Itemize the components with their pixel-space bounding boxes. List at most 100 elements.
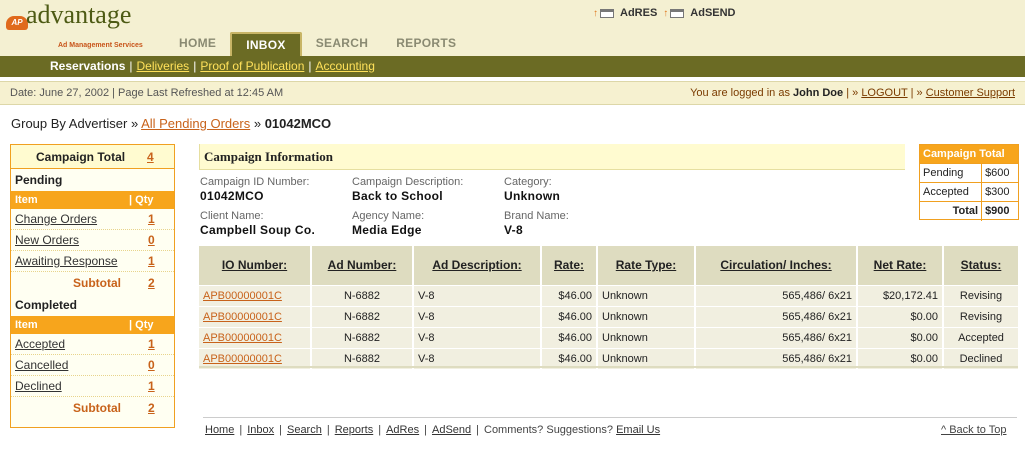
circulation-cell: 565,486/ 6x21 (694, 326, 857, 348)
circulation-cell: 565,486/ 6x21 (694, 305, 857, 327)
rate-type-cell: Unknown (596, 305, 695, 327)
io-number-link[interactable]: APB00000001C (203, 353, 282, 365)
tab-home[interactable]: HOME (165, 32, 230, 56)
ad-number-cell: N-6882 (310, 284, 413, 306)
customer-support-link[interactable]: Customer Support (926, 87, 1015, 99)
completed-item-header: Item | Qty (11, 316, 174, 334)
brand-name-value: V-8 (504, 223, 523, 237)
agency-name-label: Agency Name: (352, 210, 425, 222)
list-item: Cancelled 0 (11, 355, 174, 376)
qty-header: | Qty (129, 319, 154, 331)
tab-reports[interactable]: REPORTS (382, 32, 470, 56)
subnav-accounting[interactable]: Accounting (316, 59, 375, 73)
footer-inbox-link[interactable]: Inbox (247, 424, 274, 436)
io-number-link[interactable]: APB00000001C (203, 311, 282, 323)
orders-table: IO Number: Ad Number: Ad Description: Ra… (199, 246, 1018, 369)
declined-link[interactable]: Declined (15, 379, 62, 393)
ap-badge-icon: AP (6, 16, 28, 30)
awaiting-response-qty[interactable]: 1 (148, 251, 155, 272)
col-circulation-inches[interactable]: Circulation/ Inches: (694, 246, 857, 285)
qty-header: | Qty (129, 194, 154, 206)
tab-inbox[interactable]: INBOX (230, 32, 302, 56)
adsend-link[interactable]: AdSEND (690, 7, 735, 19)
campaign-id-field: Campaign ID Number: 01042MCO (200, 176, 309, 203)
change-orders-qty[interactable]: 1 (148, 209, 155, 230)
list-item: New Orders 0 (11, 230, 174, 251)
pending-label: Pending (920, 163, 982, 183)
ad-number-cell: N-6882 (310, 326, 413, 348)
net-rate-cell: $0.00 (856, 305, 943, 327)
arrow-up-icon: ↑ (663, 7, 669, 19)
footer-search-link[interactable]: Search (287, 424, 322, 436)
completed-subtotal-value[interactable]: 2 (148, 397, 155, 419)
arrow-up-icon: ↑ (593, 7, 598, 19)
window-icon (600, 8, 614, 18)
col-ad-number[interactable]: Ad Number: (310, 246, 413, 285)
logout-link[interactable]: LOGOUT (861, 87, 907, 99)
logged-in-prefix: You are logged in as (690, 87, 790, 99)
col-net-rate[interactable]: Net Rate: (856, 246, 943, 285)
rate-cell: $46.00 (540, 284, 597, 306)
table-header-row: IO Number: Ad Number: Ad Description: Ra… (199, 246, 1018, 285)
new-orders-qty[interactable]: 0 (148, 230, 155, 251)
completed-heading: Completed (15, 298, 78, 312)
username: John Doe (793, 87, 844, 99)
brand-name-field: Brand Name: V-8 (504, 210, 569, 237)
col-status[interactable]: Status: (942, 246, 1018, 285)
accepted-link[interactable]: Accepted (15, 337, 65, 351)
item-header: Item (15, 319, 38, 331)
ad-number-cell: N-6882 (310, 305, 413, 327)
net-rate-cell: $20,172.41 (856, 284, 943, 306)
date-refresh-text: Date: June 27, 2002 | Page Last Refreshe… (10, 87, 284, 99)
ad-description-cell: V-8 (412, 284, 541, 306)
pending-heading: Pending (15, 173, 63, 187)
campaign-information-title: Campaign Information (199, 144, 905, 170)
campaign-total-header: Campaign Total 4 (11, 145, 174, 169)
status-cell: Accepted (942, 326, 1018, 348)
breadcrumb-all-pending-orders[interactable]: All Pending Orders (141, 116, 250, 131)
breadcrumb-prefix: Group By Advertiser » (11, 116, 139, 131)
campaign-total-table: Pending $600 Accepted $300 Total $900 (920, 163, 1018, 221)
back-to-top-link[interactable]: ^ Back to Top (941, 424, 1007, 436)
col-ad-description[interactable]: Ad Description: (412, 246, 541, 285)
awaiting-response-link[interactable]: Awaiting Response (15, 254, 118, 268)
client-name-label: Client Name: (200, 210, 264, 222)
list-item: Declined 1 (11, 376, 174, 397)
subnav-deliveries[interactable]: Deliveries (137, 59, 190, 73)
campaign-id-label: Campaign ID Number: (200, 176, 310, 188)
accepted-qty[interactable]: 1 (148, 334, 155, 355)
advantage-logo[interactable]: AP advantage Ad Management Services (6, 0, 156, 54)
pending-value: $600 (981, 163, 1018, 183)
table-row: APB00000001C N-6882 V-8 $46.00 Unknown 5… (199, 284, 1018, 306)
col-rate[interactable]: Rate: (540, 246, 597, 285)
rate-type-cell: Unknown (596, 284, 695, 306)
new-orders-link[interactable]: New Orders (15, 233, 79, 247)
col-rate-type[interactable]: Rate Type: (596, 246, 695, 285)
cancelled-link[interactable]: Cancelled (15, 358, 68, 372)
footer-home-link[interactable]: Home (205, 424, 234, 436)
status-cell: Revising (942, 305, 1018, 327)
list-item: Accepted 1 (11, 334, 174, 355)
footer-email-us-link[interactable]: Email Us (616, 424, 660, 436)
pending-subtotal-value[interactable]: 2 (148, 272, 155, 294)
campaign-total-count[interactable]: 4 (147, 145, 154, 169)
footer-adres-link[interactable]: AdRes (386, 424, 419, 436)
col-io-number[interactable]: IO Number: (199, 246, 311, 285)
subnav-proof-of-publication[interactable]: Proof of Publication (200, 59, 304, 73)
adres-link[interactable]: AdRES (620, 7, 657, 19)
window-icon (670, 8, 685, 18)
rate-cell: $46.00 (540, 326, 597, 348)
change-orders-link[interactable]: Change Orders (15, 212, 97, 226)
circulation-cell: 565,486/ 6x21 (694, 284, 857, 306)
footer-adsend-link[interactable]: AdSend (432, 424, 471, 436)
io-number-link[interactable]: APB00000001C (203, 332, 282, 344)
tab-search[interactable]: SEARCH (302, 32, 382, 56)
category-value: Unknown (504, 189, 561, 203)
top-links: ↑ AdRES ↑ AdSEND (593, 6, 742, 20)
declined-qty[interactable]: 1 (148, 376, 155, 397)
breadcrumb: Group By Advertiser » All Pending Orders… (11, 116, 331, 131)
cancelled-qty[interactable]: 0 (148, 355, 155, 376)
footer-reports-link[interactable]: Reports (335, 424, 374, 436)
io-number-link[interactable]: APB00000001C (203, 290, 282, 302)
list-item: Awaiting Response 1 (11, 251, 174, 272)
